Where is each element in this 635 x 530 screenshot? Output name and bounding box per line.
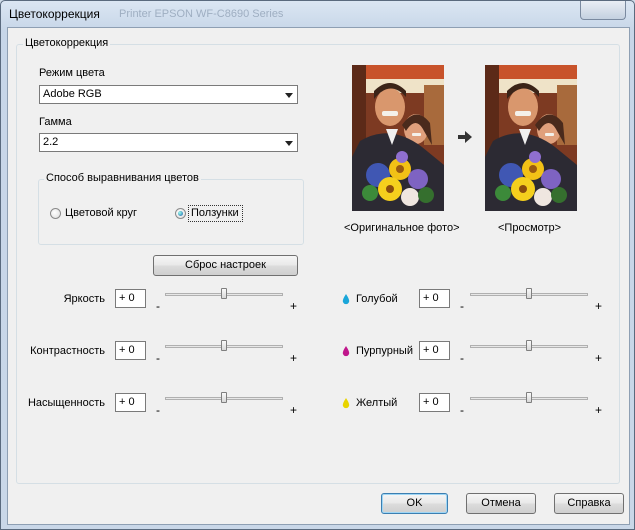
- help-button[interactable]: Справка: [554, 493, 624, 514]
- chevron-down-icon: [285, 93, 293, 98]
- gamma-value: 2.2: [43, 136, 59, 148]
- brightness-label: Яркость: [63, 293, 105, 305]
- cyan-drop-icon: [342, 294, 350, 305]
- chevron-down-icon: [285, 141, 293, 146]
- reset-settings-button[interactable]: Сброс настроек: [153, 255, 298, 276]
- window-title: Цветокоррекция: [9, 7, 100, 21]
- cyan-label: Голубой: [356, 293, 398, 305]
- magenta-label: Пурпурный: [356, 345, 413, 357]
- minus-sign: -: [156, 351, 160, 365]
- saturation-input[interactable]: + 0: [115, 393, 146, 412]
- brightness-slider-thumb[interactable]: [221, 288, 227, 299]
- preview-photo-caption: <Просмотр>: [498, 222, 562, 234]
- original-photo-caption: <Оригинальное фото>: [344, 222, 460, 234]
- yellow-slider-thumb[interactable]: [526, 392, 532, 403]
- alignment-method-group: Способ выравнивания цветов Цветовой круг…: [38, 172, 304, 245]
- minus-sign: -: [460, 351, 464, 365]
- gamma-select[interactable]: 2.2: [39, 133, 298, 152]
- close-button[interactable]: [580, 1, 626, 20]
- radio-sliders[interactable]: [175, 208, 186, 219]
- color-mode-label: Режим цвета: [39, 67, 105, 79]
- plus-sign: +: [290, 403, 298, 417]
- minus-sign: -: [460, 403, 464, 417]
- minus-sign: -: [156, 299, 160, 313]
- plus-sign: +: [595, 299, 603, 313]
- color-correction-group: Цветокоррекция Режим цвета Adobe RGB Гам…: [16, 37, 620, 484]
- cancel-button[interactable]: Отмена: [466, 493, 536, 514]
- color-mode-value: Adobe RGB: [43, 88, 102, 100]
- radio-color-wheel-label[interactable]: Цветовой круг: [65, 207, 137, 219]
- yellow-input[interactable]: + 0: [419, 393, 450, 412]
- minus-sign: -: [156, 403, 160, 417]
- group-title: Цветокоррекция: [23, 37, 111, 49]
- cyan-slider-thumb[interactable]: [526, 288, 532, 299]
- window-title-ghost: Printer EPSON WF-C8690 Series: [119, 8, 284, 20]
- yellow-label: Желтый: [356, 397, 398, 409]
- contrast-label: Контрастность: [30, 345, 105, 357]
- saturation-label: Насыщенность: [27, 397, 105, 409]
- brightness-input[interactable]: + 0: [115, 289, 146, 308]
- plus-sign: +: [595, 351, 603, 365]
- ok-button[interactable]: OK: [381, 493, 448, 514]
- yellow-drop-icon: [342, 398, 350, 409]
- plus-sign: +: [290, 351, 298, 365]
- minus-sign: -: [460, 299, 464, 313]
- radio-color-wheel[interactable]: [50, 208, 61, 219]
- plus-sign: +: [595, 403, 603, 417]
- alignment-method-title: Способ выравнивания цветов: [44, 172, 201, 184]
- cyan-input[interactable]: + 0: [419, 289, 450, 308]
- magenta-drop-icon: [342, 346, 350, 357]
- radio-sliders-label[interactable]: Ползунки: [191, 207, 239, 219]
- color-mode-select[interactable]: Adobe RGB: [39, 85, 298, 104]
- magenta-slider-thumb[interactable]: [526, 340, 532, 351]
- original-photo: [352, 65, 444, 211]
- arrow-right-icon: [458, 131, 472, 143]
- contrast-input[interactable]: + 0: [115, 341, 146, 360]
- title-bar[interactable]: Цветокоррекция Printer EPSON WF-C8690 Se…: [1, 1, 634, 27]
- plus-sign: +: [290, 299, 298, 313]
- dialog-client: Цветокоррекция Режим цвета Adobe RGB Гам…: [7, 27, 630, 525]
- contrast-slider-thumb[interactable]: [221, 340, 227, 351]
- gamma-label: Гамма: [39, 116, 72, 128]
- saturation-slider-thumb[interactable]: [221, 392, 227, 403]
- magenta-input[interactable]: + 0: [419, 341, 450, 360]
- dialog-window: Цветокоррекция Printer EPSON WF-C8690 Se…: [0, 0, 635, 530]
- preview-photo: [485, 65, 577, 211]
